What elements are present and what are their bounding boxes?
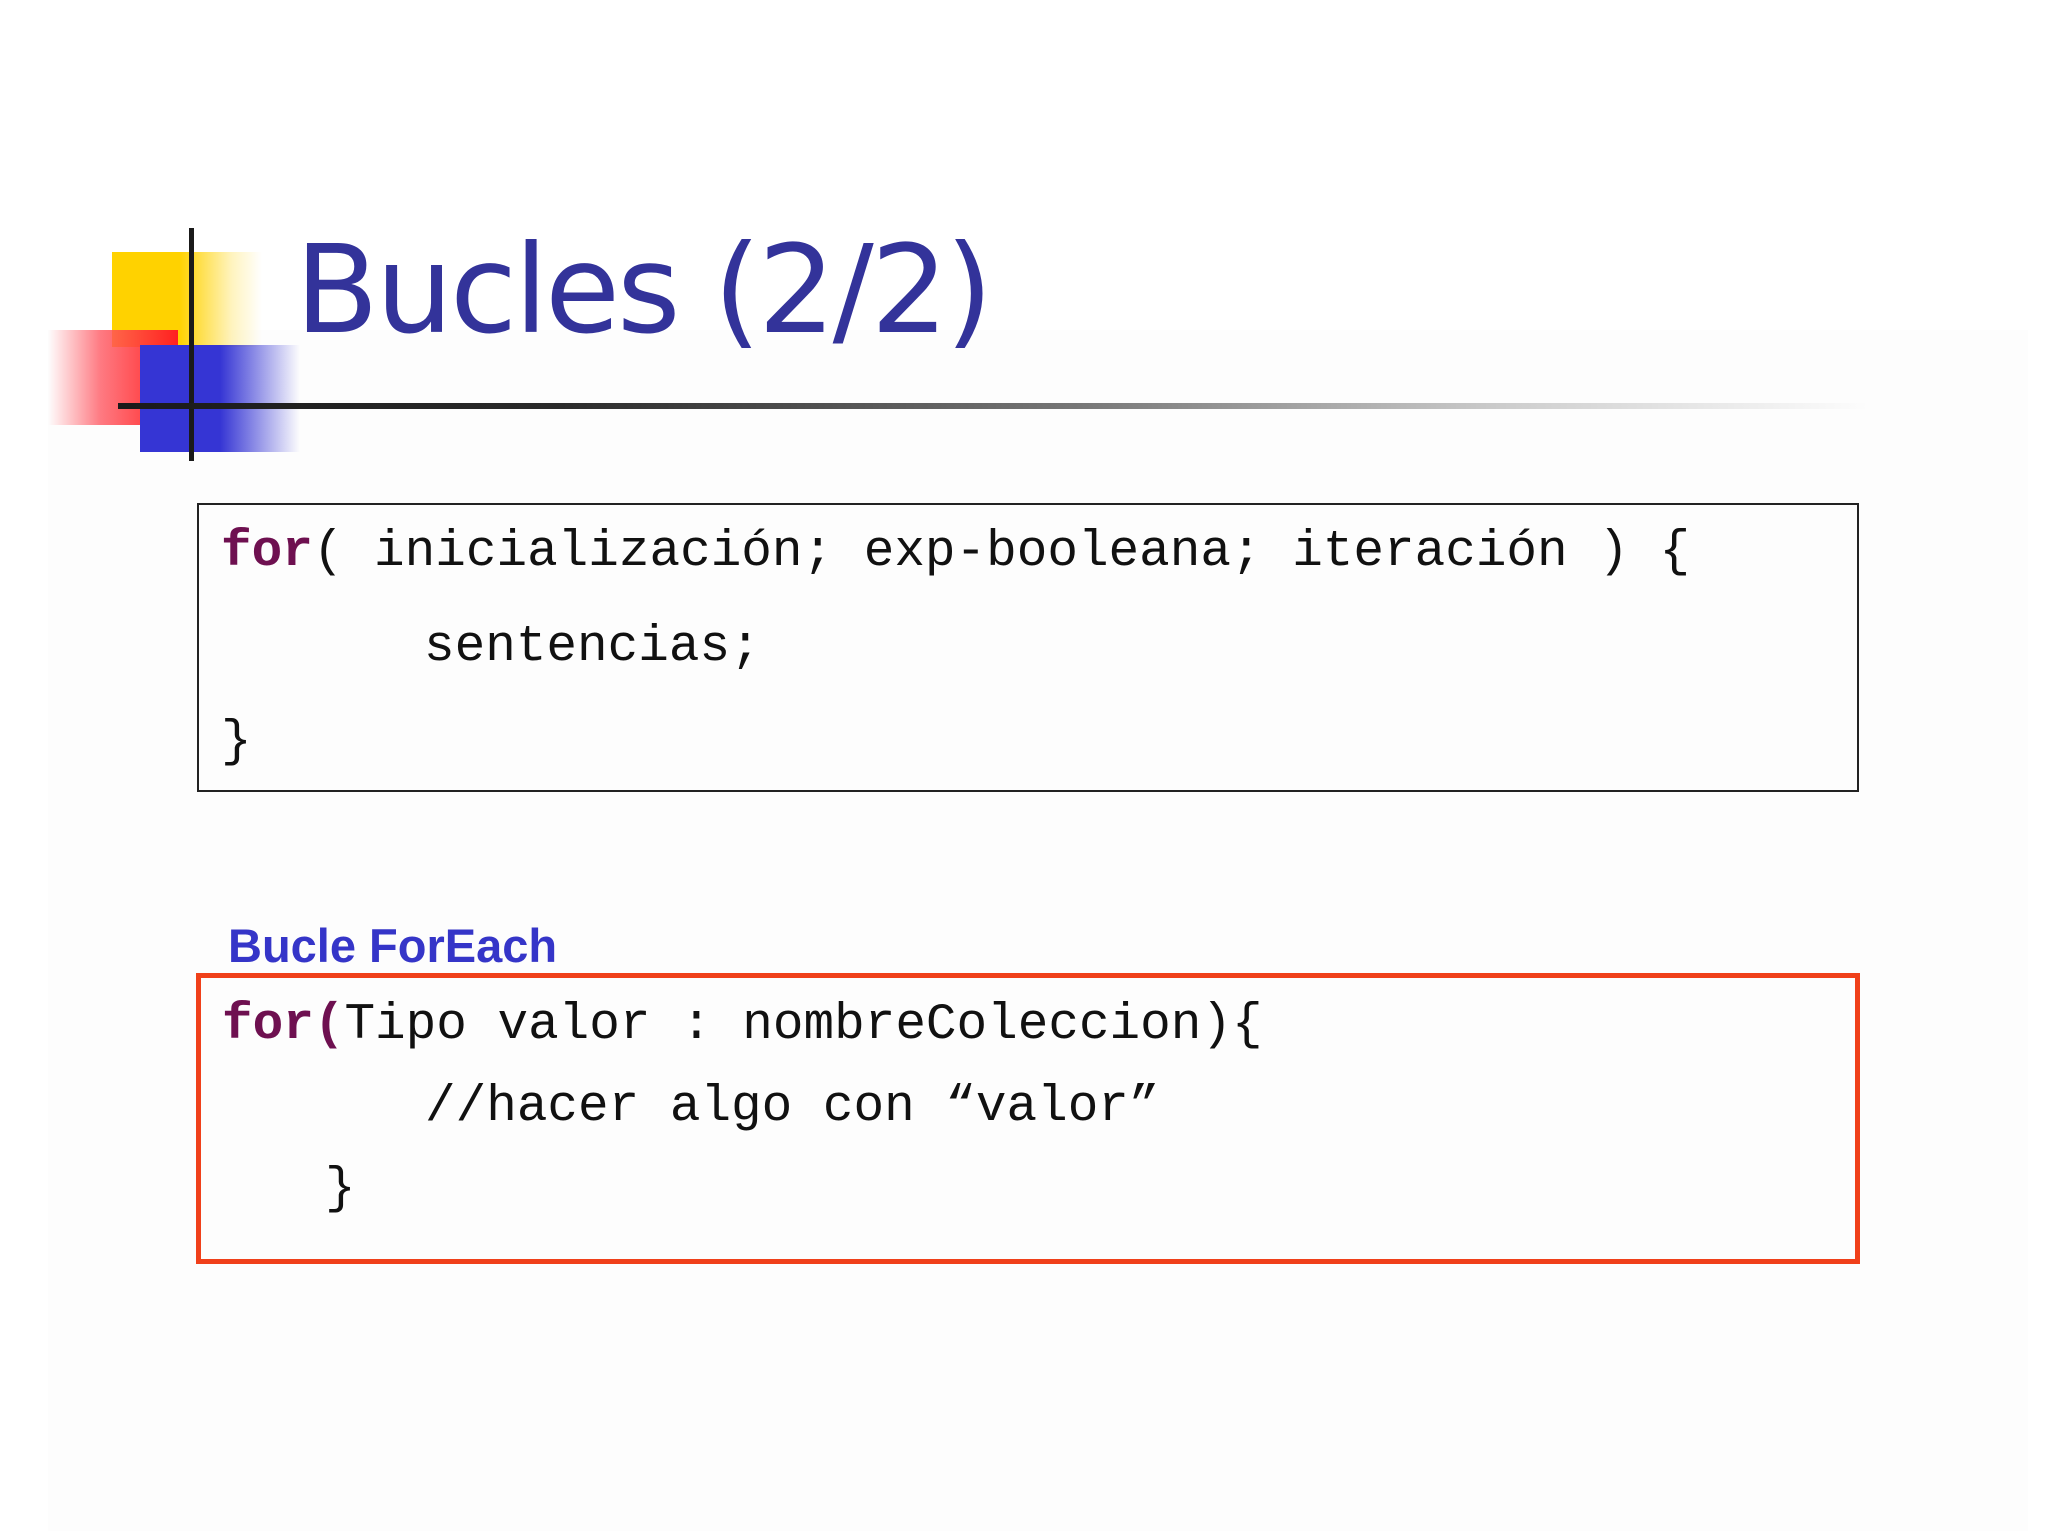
foreach-keyword: for [222,997,314,1054]
foreach-code-box: for(Tipo valor : nombreColeccion){ //hac… [196,973,1860,1264]
decorative-vertical-line [189,228,194,461]
for-syntax-box: for( inicialización; exp-booleana; itera… [197,503,1859,792]
foreach-line-1: for(Tipo valor : nombreColeccion){ [222,996,1263,1056]
slide-title: Bucles (2/2) [295,219,993,361]
foreach-line-3: } [325,1161,356,1218]
for-keyword: for [221,524,313,581]
slide: Bucles (2/2) for( inicialización; exp-bo… [0,0,2048,1531]
for-syntax-line-3: } [221,714,252,771]
foreach-heading: Bucle ForEach [228,919,558,972]
decorative-blue-square [140,345,300,452]
foreach-open-paren: ( [313,997,345,1054]
for-syntax-line-2: sentencias; [424,619,761,676]
for-header-text: ( inicialización; exp-booleana; iteració… [312,524,1691,581]
foreach-header-text: Tipo valor : nombreColeccion){ [344,997,1263,1054]
foreach-line-2: //hacer algo con “valor” [425,1079,1160,1136]
for-syntax-line-1: for( inicialización; exp-booleana; itera… [221,523,1690,583]
title-underline [118,403,1868,409]
